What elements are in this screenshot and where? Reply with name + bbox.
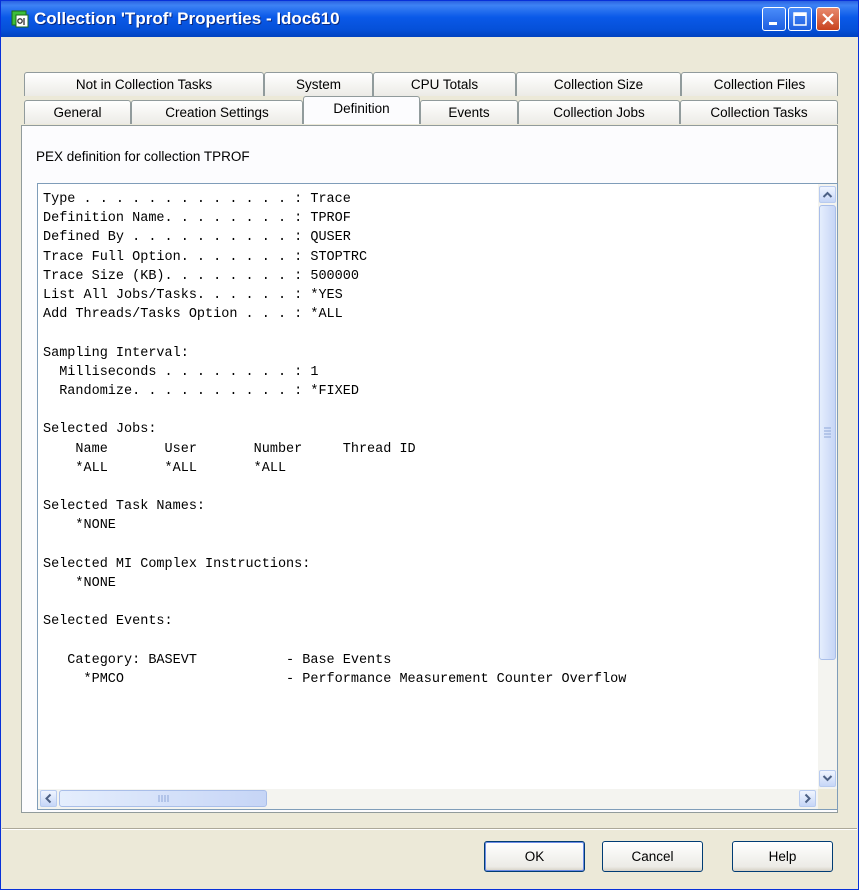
tab-cpu-totals[interactable]: CPU Totals bbox=[373, 72, 516, 96]
tab-collection-size[interactable]: Collection Size bbox=[516, 72, 681, 96]
tab-general[interactable]: General bbox=[24, 100, 131, 124]
help-button[interactable]: Help bbox=[732, 841, 833, 872]
scroll-down-button[interactable] bbox=[819, 770, 836, 787]
cancel-button[interactable]: Cancel bbox=[602, 841, 703, 872]
horizontal-scroll-thumb[interactable] bbox=[59, 790, 267, 807]
arrow-left-icon bbox=[45, 793, 52, 804]
properties-window: Collection 'Tprof' Properties - Idoc610 … bbox=[0, 0, 859, 890]
tab-not-in-collection-tasks[interactable]: Not in Collection Tasks bbox=[24, 72, 264, 96]
arrow-down-icon bbox=[822, 775, 833, 782]
tab-definition[interactable]: Definition bbox=[303, 96, 420, 124]
tab-collection-jobs[interactable]: Collection Jobs bbox=[518, 100, 680, 124]
grip-icon bbox=[158, 795, 169, 802]
tab-system[interactable]: System bbox=[264, 72, 373, 96]
definition-text: Type . . . . . . . . . . . . . : Trace D… bbox=[43, 192, 627, 688]
definition-tab-panel: PEX definition for collection TPROF Type… bbox=[21, 125, 838, 813]
window-title: Collection 'Tprof' Properties - Idoc610 bbox=[34, 9, 340, 28]
scroll-right-button[interactable] bbox=[799, 790, 816, 807]
tab-events[interactable]: Events bbox=[420, 100, 518, 124]
close-button[interactable] bbox=[816, 7, 840, 31]
footer-separator bbox=[2, 828, 857, 830]
arrow-up-icon bbox=[822, 191, 833, 198]
scrollbar-corner bbox=[818, 789, 837, 809]
title-bar[interactable]: Collection 'Tprof' Properties - Idoc610 bbox=[1, 1, 858, 37]
scroll-up-button[interactable] bbox=[819, 186, 836, 203]
maximize-icon bbox=[793, 12, 807, 26]
minimize-icon bbox=[769, 22, 777, 25]
vertical-scrollbar[interactable] bbox=[818, 184, 837, 791]
collection-icon bbox=[11, 10, 29, 28]
vertical-scroll-thumb[interactable] bbox=[819, 205, 836, 660]
definition-text-pane: Type . . . . . . . . . . . . . : Trace D… bbox=[38, 184, 818, 789]
horizontal-scrollbar[interactable] bbox=[38, 789, 818, 809]
tab-creation-settings[interactable]: Creation Settings bbox=[131, 100, 303, 124]
scroll-left-button[interactable] bbox=[40, 790, 57, 807]
definition-text-area[interactable]: Type . . . . . . . . . . . . . : Trace D… bbox=[37, 183, 838, 810]
tab-collection-files[interactable]: Collection Files bbox=[681, 72, 838, 96]
close-icon bbox=[822, 13, 834, 25]
tab-collection-tasks[interactable]: Collection Tasks bbox=[680, 100, 838, 124]
arrow-right-icon bbox=[804, 793, 811, 804]
minimize-button[interactable] bbox=[762, 7, 786, 31]
definition-description: PEX definition for collection TPROF bbox=[36, 149, 250, 164]
grip-icon bbox=[824, 427, 831, 438]
maximize-button[interactable] bbox=[788, 7, 812, 31]
ok-button[interactable]: OK bbox=[484, 841, 585, 872]
